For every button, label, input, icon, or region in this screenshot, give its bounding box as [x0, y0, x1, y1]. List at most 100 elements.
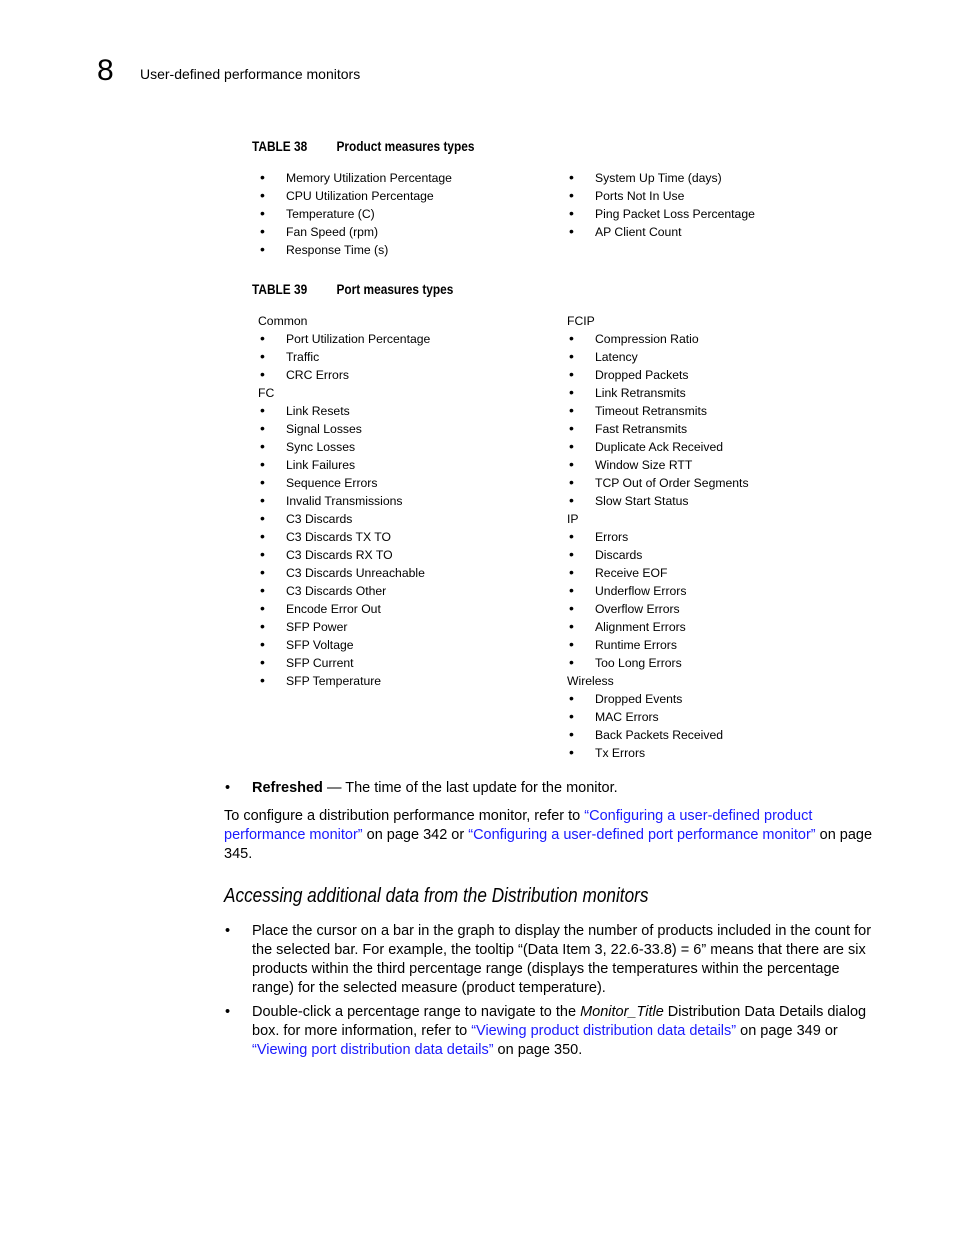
- list-item-text: Slow Start Status: [595, 494, 689, 508]
- bullet-icon: •: [569, 654, 574, 670]
- list-item-text: C3 Discards Other: [286, 584, 387, 598]
- list-item-text: Sequence Errors: [286, 476, 378, 490]
- chapter-number: 8: [97, 54, 114, 87]
- link-configuring-port-monitor[interactable]: “Configuring a user-defined port perform…: [468, 827, 815, 843]
- bullet-icon: •: [260, 654, 265, 670]
- refreshed-desc: — The time of the last update for the mo…: [322, 780, 618, 796]
- bullet-icon: •: [569, 690, 574, 706]
- list-item-text: Latency: [595, 350, 638, 364]
- list-item-text: Invalid Transmissions: [286, 494, 403, 508]
- list-item-text: Memory Utilization Percentage: [286, 171, 452, 185]
- bullet-icon: •: [260, 528, 265, 544]
- list-item-text: TCP Out of Order Segments: [595, 476, 749, 490]
- configure-paragraph: To configure a distribution performance …: [224, 807, 874, 864]
- group-label-text: FCIP: [567, 314, 595, 328]
- bullet-icon: •: [260, 510, 265, 526]
- bullet-icon: •: [260, 564, 265, 580]
- list-item-text: CRC Errors: [286, 368, 349, 382]
- group-label-text: Wireless: [567, 674, 614, 688]
- distribution-data-details-term: Distribution Data Details: [663, 1004, 824, 1020]
- list-item-text: AP Client Count: [595, 225, 682, 239]
- table-39-label: TABLE 39: [252, 282, 308, 297]
- bullet-icon: •: [569, 636, 574, 652]
- list-item-text: Signal Losses: [286, 422, 362, 436]
- section-bullet-2: • Double-click a percentage range to nav…: [225, 1003, 874, 1060]
- list-item-text: Link Resets: [286, 404, 350, 418]
- bullet-icon: •: [569, 420, 574, 436]
- bullet-icon: •: [569, 708, 574, 724]
- bullet-icon: •: [260, 636, 265, 652]
- bullet-icon: •: [260, 187, 265, 203]
- bullet-icon: •: [260, 223, 265, 239]
- list-item-text: Alignment Errors: [595, 620, 686, 634]
- list-item-text: Dropped Packets: [595, 368, 689, 382]
- bullet-icon: •: [569, 726, 574, 742]
- table-38-caption: TABLE 38 Product measures types: [252, 138, 474, 156]
- bullet-1-text: Place the cursor on a bar in the graph t…: [252, 923, 872, 996]
- bullet-icon: •: [225, 780, 231, 796]
- group-label-text: IP: [567, 512, 579, 526]
- section-heading: Accessing additional data from the Distr…: [224, 885, 649, 907]
- bullet-icon: •: [569, 169, 574, 185]
- bullet-2-text-1: Double-click a percentage range to navig…: [252, 1004, 581, 1020]
- list-item-text: Link Failures: [286, 458, 356, 472]
- table-39-title: Port measures types: [336, 282, 454, 297]
- list-item-text: CPU Utilization Percentage: [286, 189, 434, 203]
- bullet-icon: •: [260, 582, 265, 598]
- section-bullet-1: • Place the cursor on a bar in the graph…: [225, 922, 874, 998]
- list-item-text: Link Retransmits: [595, 386, 686, 400]
- link-viewing-product-distribution[interactable]: “Viewing product distribution data detai…: [471, 1023, 736, 1039]
- bullet-icon: •: [260, 205, 265, 221]
- bullet-icon: •: [569, 456, 574, 472]
- list-item-text: Runtime Errors: [595, 638, 677, 652]
- link-viewing-port-distribution[interactable]: “Viewing port distribution data details”: [252, 1042, 494, 1058]
- bullet-icon: •: [569, 402, 574, 418]
- bullet-icon: •: [569, 384, 574, 400]
- list-item-text: SFP Temperature: [286, 674, 382, 688]
- bullet-icon: •: [260, 330, 265, 346]
- bullet-icon: •: [569, 348, 574, 364]
- bullet-icon: •: [260, 169, 265, 185]
- list-item-text: SFP Current: [286, 656, 354, 670]
- bullet-icon: •: [260, 474, 265, 490]
- list-item-text: C3 Discards: [286, 512, 353, 526]
- list-item-text: Receive EOF: [595, 566, 668, 580]
- list-item-text: Dropped Events: [595, 692, 683, 706]
- bullet-icon: •: [569, 744, 574, 760]
- list-item-text: Duplicate Ack Received: [595, 440, 724, 454]
- bullet-icon: •: [569, 474, 574, 490]
- bullet-icon: •: [260, 366, 265, 382]
- bullet-icon: •: [569, 205, 574, 221]
- bullet-icon: •: [569, 618, 574, 634]
- list-item-text: Window Size RTT: [595, 458, 693, 472]
- bullet-icon: •: [260, 672, 265, 688]
- bullet-icon: •: [569, 528, 574, 544]
- list-item-text: C3 Discards Unreachable: [286, 566, 425, 580]
- bullet-icon: •: [260, 492, 265, 508]
- bullet-icon: •: [569, 330, 574, 346]
- list-item-text: Ping Packet Loss Percentage: [595, 207, 755, 221]
- bullet-icon: •: [260, 456, 265, 472]
- list-item-text: Compression Ratio: [595, 332, 699, 346]
- group-label-text: Common: [258, 314, 308, 328]
- bullet-icon: •: [225, 923, 231, 939]
- configure-text-2: on page 342 or: [362, 827, 469, 843]
- bullet-icon: •: [225, 1004, 231, 1020]
- table-38-label: TABLE 38: [252, 139, 308, 154]
- list-item-text: Response Time (s): [286, 243, 389, 257]
- bullet-icon: •: [569, 187, 574, 203]
- list-item-text: Back Packets Received: [595, 728, 724, 742]
- list-item-text: MAC Errors: [595, 710, 659, 724]
- list-item-text: C3 Discards TX TO: [286, 530, 391, 544]
- bullet-2-text-3: on page 349 or: [736, 1023, 838, 1039]
- bullet-icon: •: [260, 438, 265, 454]
- list-item-text: Too Long Errors: [595, 656, 682, 670]
- list-item-text: SFP Voltage: [286, 638, 354, 652]
- list-item-text: Traffic: [286, 350, 320, 364]
- list-item-text: SFP Power: [286, 620, 348, 634]
- bullet-icon: •: [569, 366, 574, 382]
- bullet-icon: •: [569, 546, 574, 562]
- bullet-icon: •: [569, 223, 574, 239]
- bullet-icon: •: [569, 564, 574, 580]
- bullet-icon: •: [260, 241, 265, 257]
